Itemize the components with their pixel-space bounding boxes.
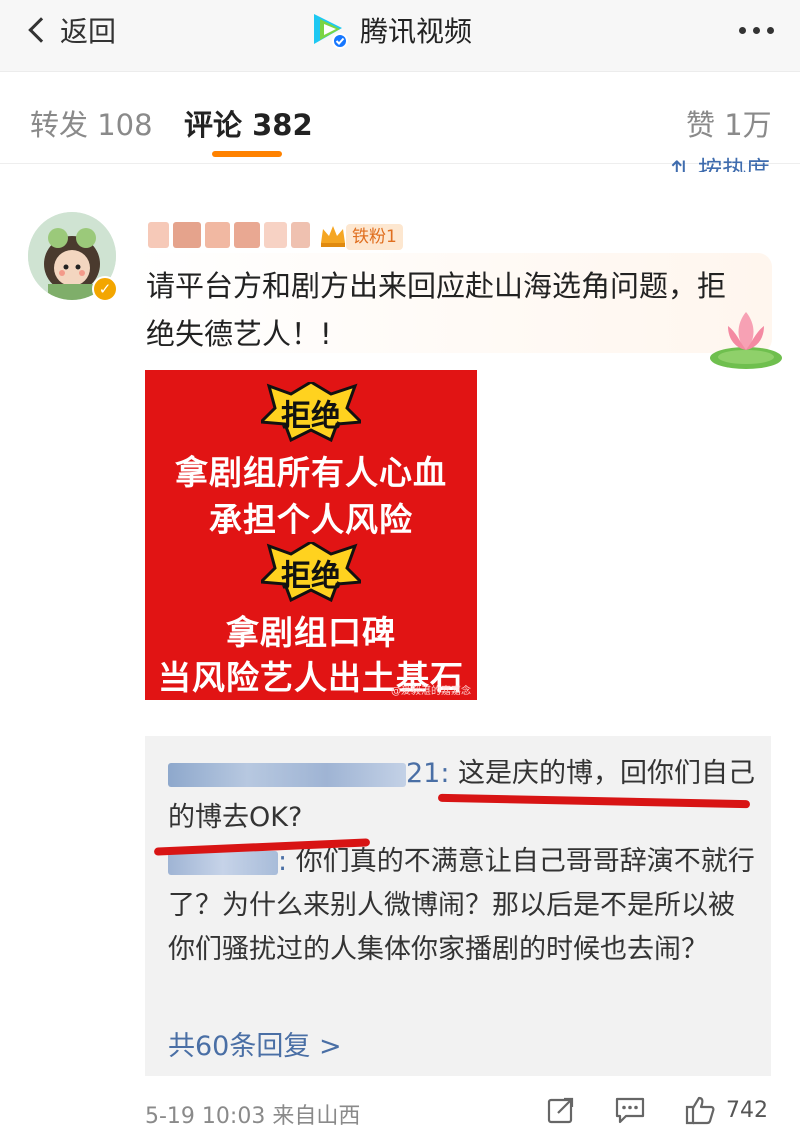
active-tab-indicator [212,151,282,157]
blur-block [291,222,310,248]
reply-button[interactable] [614,1094,646,1126]
tab-comment[interactable]: 评论 382 [184,102,313,144]
reply-username-suffix: : [278,846,288,877]
more-options-button[interactable] [739,12,774,48]
more-dots-icon [739,26,746,34]
chevron-left-icon [28,17,54,43]
more-dots-icon [753,26,760,34]
comment-image[interactable]: 拒绝 拿剧组所有人心血 承担个人风险 拒绝 拿剧组口碑 当风险艺人出土基石 @爱… [145,370,477,700]
like-count: 742 [726,1097,768,1123]
thumbs-up-icon [685,1096,715,1125]
burst-label: 拒绝 [281,559,341,594]
sort-label: 按热度 [698,156,770,172]
more-dots-icon [767,26,774,34]
username-blurred[interactable] [148,222,310,248]
image-watermark: @爱毅湛的嘉嘉念 [391,686,471,697]
view-all-replies-link[interactable]: 共60条回复 > [168,1024,342,1063]
reply-item[interactable]: : 你们真的不满意让自己哥哥辞演不就行了？为什么来别人微博闹？那以后是不是所以被… [168,840,758,972]
burst-label: 拒绝 [281,399,341,434]
navigation-bar: 返回 腾讯视频 [0,0,800,72]
blur-block [172,222,202,248]
sort-icon: ⇅ [670,156,698,172]
tab-repost[interactable]: 转发 108 [30,102,153,144]
blur-block [233,222,261,248]
reply-username[interactable]: 21: [168,758,449,789]
page-title: 腾讯视频 [360,15,473,48]
poster-line: 拿剧组口碑 [226,613,396,652]
tab-like[interactable]: 赞 1万 [686,102,772,144]
blur-block [264,222,288,248]
comment-meta: 5-19 10:03 来自山西 [145,1104,361,1129]
back-button[interactable]: 返回 [24,8,116,52]
share-button[interactable] [546,1094,576,1126]
lotus-decoration-icon [710,312,782,369]
poster-line: 拿剧组所有人心血 [175,453,447,492]
share-icon [547,1097,574,1124]
reply-username-suffix: 21: [406,758,450,789]
tencent-video-logo-icon [314,14,348,49]
blur-block [148,222,169,248]
like-button[interactable]: 742 [684,1094,768,1126]
back-label: 返回 [60,15,117,48]
comment-icon [615,1097,645,1124]
sort-by-popularity-button[interactable]: ⇅ 按热度 [670,150,770,172]
verified-badge-icon: ✓ [92,276,118,302]
blurred-name [168,762,406,787]
page-title-group: 腾讯视频 [310,8,472,52]
crown-icon [321,226,345,247]
poster-line: 承担个人风险 [209,500,413,539]
comment-text: 请平台方和剧方出来回应赴山海选角问题，拒绝失德艺人！! [146,269,727,351]
blur-block [205,222,230,248]
fan-level-badge: 铁粉1 [346,224,403,250]
